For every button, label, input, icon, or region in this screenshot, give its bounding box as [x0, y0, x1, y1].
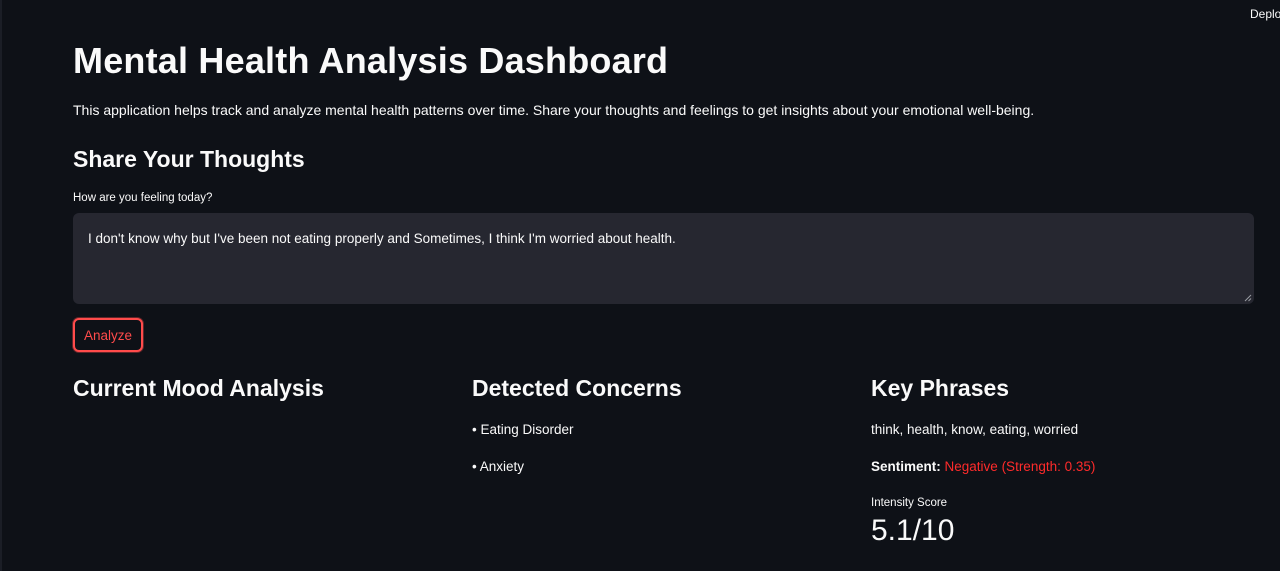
analyze-button[interactable]: Analyze [73, 318, 143, 352]
intro-text: This application helps track and analyze… [73, 102, 1035, 118]
concerns-section-title: Detected Concerns [472, 375, 682, 401]
mood-section-title: Current Mood Analysis [73, 375, 324, 401]
key-phrases-list: think, health, know, eating, worried [871, 422, 1079, 437]
intensity-value: 5.1/10 [871, 514, 955, 547]
feeling-input-label: How are you feeling today? [73, 192, 213, 204]
concern-item: • Anxiety [472, 459, 525, 474]
feeling-textarea-value: I don't know why but I've been not eatin… [88, 231, 676, 246]
key-phrases-section-title: Key Phrases [871, 375, 1010, 401]
sentiment-line: Sentiment: Negative (Strength: 0.35) [871, 459, 1095, 474]
sentiment-value: Negative (Strength: 0.35) [944, 459, 1096, 474]
sentiment-label: Sentiment: [871, 459, 941, 474]
window-left-border [0, 0, 2, 571]
deploy-button[interactable]: Deplo [1250, 7, 1280, 21]
feeling-textarea[interactable] [73, 213, 1254, 304]
share-section-title: Share Your Thoughts [73, 146, 305, 172]
page-title: Mental Health Analysis Dashboard [73, 40, 669, 81]
intensity-label: Intensity Score [871, 497, 948, 509]
resize-handle-icon[interactable] [1244, 294, 1252, 302]
app-window: Deplo Mental Health Analysis Dashboard T… [0, 0, 1280, 571]
concern-item: • Eating Disorder [472, 422, 574, 437]
